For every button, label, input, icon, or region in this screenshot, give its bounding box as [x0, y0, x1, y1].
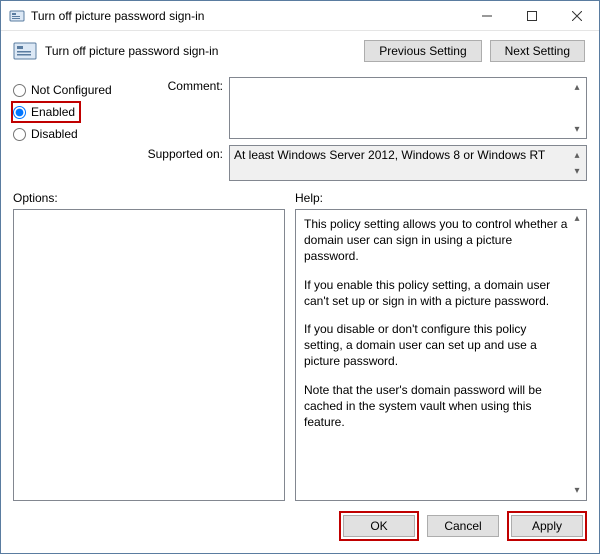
scroll-up-icon[interactable]: ▴ — [569, 147, 585, 163]
options-box[interactable] — [13, 209, 285, 501]
help-pane: Help: This policy setting allows you to … — [295, 191, 587, 501]
scroll-up-icon[interactable]: ▴ — [569, 211, 585, 227]
window-title: Turn off picture password sign-in — [31, 9, 464, 23]
policy-name: Turn off picture password sign-in — [45, 44, 364, 58]
help-paragraph: If you enable this policy setting, a dom… — [304, 277, 568, 309]
next-setting-button[interactable]: Next Setting — [490, 40, 585, 62]
radio-disabled[interactable]: Disabled — [13, 123, 135, 145]
scroll-down-icon[interactable]: ▾ — [569, 121, 585, 137]
comment-box[interactable]: ▴ ▾ — [229, 77, 587, 139]
header: Turn off picture password sign-in Previo… — [1, 31, 599, 73]
apply-highlight: Apply — [507, 511, 587, 541]
help-paragraph: Note that the user's domain password wil… — [304, 382, 568, 431]
help-paragraph: This policy setting allows you to contro… — [304, 216, 568, 265]
enabled-highlight: Enabled — [11, 101, 81, 123]
maximize-button[interactable] — [509, 1, 554, 30]
state-radios: Not Configured Enabled Disabled — [13, 77, 135, 181]
scroll-down-icon[interactable]: ▾ — [569, 483, 585, 499]
radio-enabled-input[interactable] — [13, 106, 26, 119]
help-box[interactable]: This policy setting allows you to contro… — [295, 209, 587, 501]
policy-large-icon — [11, 39, 39, 63]
gpo-setting-dialog: Turn off picture password sign-in Turn o… — [0, 0, 600, 554]
options-label: Options: — [13, 191, 285, 205]
radio-not-configured-label: Not Configured — [31, 83, 112, 97]
comment-label: Comment: — [135, 77, 223, 93]
scroll-down-icon[interactable]: ▾ — [569, 163, 585, 179]
panes: Options: Help: This policy setting allow… — [1, 181, 599, 501]
ok-button[interactable]: OK — [343, 515, 415, 537]
radio-not-configured[interactable]: Not Configured — [13, 79, 135, 101]
supported-label: Supported on: — [135, 145, 223, 161]
previous-setting-button[interactable]: Previous Setting — [364, 40, 481, 62]
help-label: Help: — [295, 191, 587, 205]
radio-disabled-input[interactable] — [13, 128, 26, 141]
policy-icon — [9, 8, 25, 24]
radio-enabled-label: Enabled — [31, 105, 75, 119]
ok-highlight: OK — [339, 511, 419, 541]
options-pane: Options: — [13, 191, 285, 501]
scroll-up-icon[interactable]: ▴ — [569, 79, 585, 95]
help-paragraph: If you disable or don't configure this p… — [304, 321, 568, 370]
supported-box: At least Windows Server 2012, Windows 8 … — [229, 145, 587, 181]
config-area: Not Configured Enabled Disabled Comment: — [1, 73, 599, 181]
titlebar: Turn off picture password sign-in — [1, 1, 599, 31]
apply-button[interactable]: Apply — [511, 515, 583, 537]
supported-value: At least Windows Server 2012, Windows 8 … — [234, 148, 545, 162]
dialog-footer: OK Cancel Apply — [1, 501, 599, 553]
radio-disabled-label: Disabled — [31, 127, 78, 141]
close-button[interactable] — [554, 1, 599, 30]
radio-enabled[interactable]: Enabled — [13, 105, 75, 119]
cancel-button[interactable]: Cancel — [427, 515, 499, 537]
minimize-button[interactable] — [464, 1, 509, 30]
radio-not-configured-input[interactable] — [13, 84, 26, 97]
